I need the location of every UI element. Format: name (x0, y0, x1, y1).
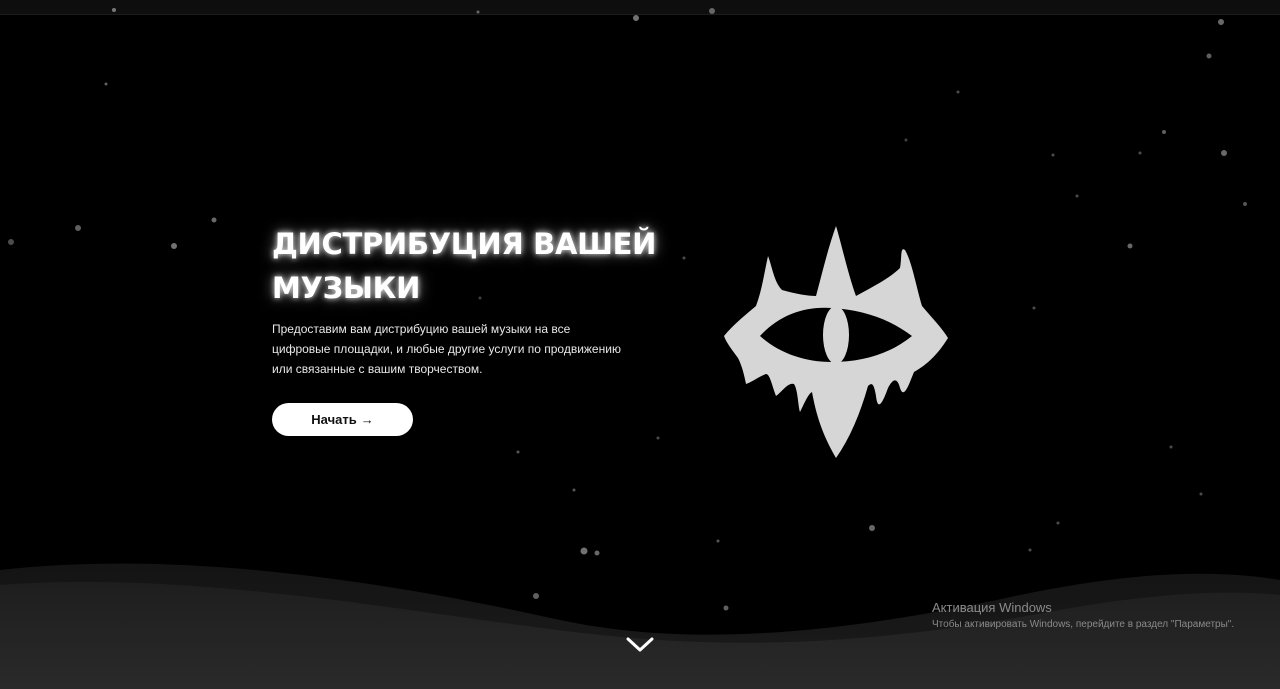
hero-title: ДИСТРИБУЦИЯ ВАШЕЙ МУЗЫКИ (272, 227, 657, 305)
windows-activation-text: Чтобы активировать Windows, перейдите в … (932, 619, 1235, 630)
eye-star-logo-icon (724, 226, 948, 458)
start-button[interactable]: Начать → (272, 403, 413, 436)
scroll-down-chevron-icon[interactable] (625, 633, 655, 655)
windows-activation-title: Активация Windows (932, 600, 1052, 615)
start-button-label: Начать (311, 412, 357, 427)
arrow-right-icon: → (360, 412, 374, 427)
hero-description: Предоставим вам дистрибуцию вашей музыки… (272, 322, 621, 376)
windows-activation-watermark: Активация Windows Чтобы активировать Win… (932, 600, 1234, 632)
